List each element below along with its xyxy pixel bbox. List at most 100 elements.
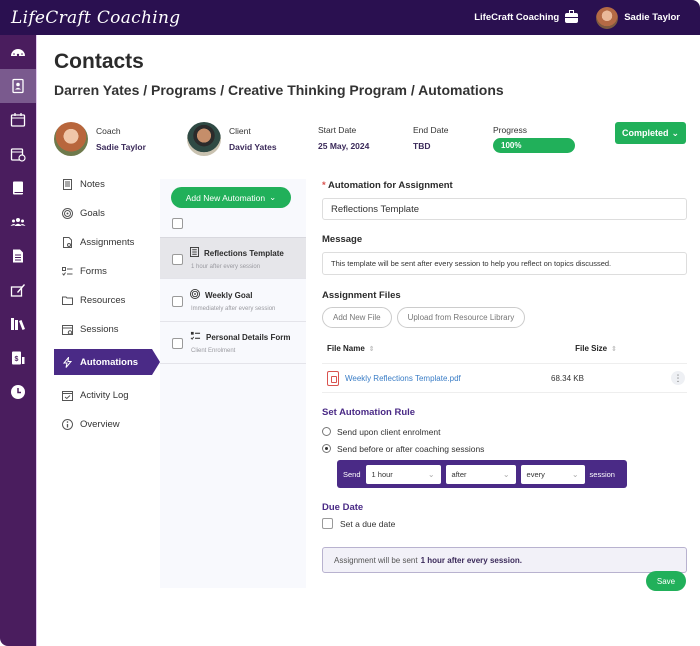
chevron-down-icon: ⌄ — [427, 469, 435, 479]
more-options-icon[interactable]: ⋮ — [671, 371, 685, 385]
client-avatar — [187, 122, 221, 156]
file-row: Weekly Reflections Template.pdf 68.34 KB… — [322, 363, 687, 393]
document-list-icon[interactable] — [0, 239, 36, 273]
add-new-automation-button[interactable]: Add New Automation ⌄ — [171, 187, 291, 208]
organization-name[interactable]: LifeCraft Coaching — [474, 12, 559, 23]
coach-avatar — [54, 122, 88, 156]
due-date-option[interactable]: Set a due date — [322, 515, 687, 532]
automation-item[interactable]: Reflections Template 1 hour after every … — [160, 237, 306, 279]
automation-name-input[interactable]: Reflections Template — [322, 198, 687, 220]
subnav-activity-log[interactable]: Activity Log — [54, 381, 159, 410]
file-name-column[interactable]: File Name ⇕ — [327, 344, 375, 358]
sort-icon: ⇕ — [368, 346, 375, 353]
invoice-icon[interactable]: $ — [0, 341, 36, 375]
chevron-down-icon: ⌄ — [571, 469, 579, 479]
document-icon — [190, 247, 199, 259]
automation-title: Weekly Goal — [205, 290, 253, 300]
coach-name: Sadie Taylor — [96, 142, 146, 152]
automation-subtitle: Client Enrolment — [191, 348, 236, 354]
start-date-value: 25 May, 2024 — [318, 141, 370, 151]
chevron-down-icon: ⌄ — [671, 127, 680, 138]
pdf-icon — [327, 370, 339, 386]
lightning-icon — [62, 356, 73, 368]
automation-checkbox[interactable] — [172, 338, 183, 349]
due-date-checkbox[interactable] — [322, 518, 333, 529]
rule-send-label: Send — [343, 469, 361, 479]
start-date-label: Start Date — [318, 125, 357, 135]
target-icon — [190, 289, 200, 301]
message-input[interactable]: This template will be sent after every s… — [322, 252, 687, 275]
subnav-label: Notes — [80, 179, 105, 190]
subnav-label: Overview — [80, 419, 120, 430]
automation-checkbox[interactable] — [172, 296, 183, 307]
amount-select[interactable]: 1 hour ⌄ — [365, 464, 441, 484]
subnav-sessions[interactable]: Sessions — [54, 315, 159, 344]
assignment-files-label: Assignment Files — [322, 290, 401, 301]
automation-checkbox[interactable] — [172, 254, 183, 265]
book-icon[interactable] — [0, 171, 36, 205]
subnav-label: Automations — [80, 356, 139, 368]
user-avatar[interactable] — [596, 6, 619, 29]
brand-logo[interactable]: LifeCraft Coaching — [11, 8, 180, 28]
subnav-automations[interactable]: Automations — [54, 349, 160, 375]
frequency-select[interactable]: every ⌄ — [520, 464, 585, 484]
icon-rail: $ — [0, 35, 37, 646]
select-all-checkbox[interactable] — [172, 218, 183, 229]
save-button[interactable]: Save — [646, 571, 686, 591]
radio-button-selected[interactable] — [322, 444, 331, 453]
calendar-clock-icon[interactable] — [0, 137, 36, 171]
client-info: Client David Yates — [187, 122, 277, 156]
subnav-notes[interactable]: Notes — [54, 170, 159, 199]
subnav-forms[interactable]: Forms — [54, 257, 159, 286]
subnav-goals[interactable]: Goals — [54, 199, 159, 228]
form-icon — [190, 331, 201, 343]
file-link[interactable]: Weekly Reflections Template.pdf — [345, 374, 461, 383]
automation-item[interactable]: Weekly Goal Immediately after every sess… — [160, 280, 306, 322]
due-date-label: Set a due date — [340, 518, 396, 529]
end-date-value: TBD — [413, 141, 431, 151]
contacts-icon[interactable] — [0, 69, 36, 103]
program-meta: Coach Sadie Taylor Client David Yates St… — [54, 122, 686, 158]
automations-list: Add New Automation ⌄ Reflections Templat… — [160, 179, 306, 588]
rule-option-sessions[interactable]: Send before or after coaching sessions — [322, 440, 687, 457]
automation-item[interactable]: Personal Details Form Client Enrolment — [160, 322, 306, 364]
subnav-resources[interactable]: Resources — [54, 286, 159, 315]
notes-icon — [62, 179, 73, 190]
calendar-check-icon — [62, 390, 73, 401]
group-icon[interactable] — [0, 205, 36, 239]
rule-summary: Assignment will be sent 1 hour after ever… — [322, 547, 687, 573]
radio-button[interactable] — [322, 427, 331, 436]
automation-subtitle: Immediately after every session — [191, 306, 276, 312]
files-table-header: File Name ⇕ File Size ⇕ — [322, 344, 687, 358]
status-dropdown[interactable]: Completed ⌄ — [615, 122, 686, 144]
add-new-file-button[interactable]: Add New File — [322, 307, 392, 328]
subnav-label: Forms — [80, 266, 107, 277]
chevron-down-icon: ⌄ — [269, 192, 277, 202]
briefcase-icon[interactable] — [565, 9, 579, 23]
file-size: 68.34 KB — [551, 373, 584, 383]
subnav-assignments[interactable]: Assignments — [54, 228, 159, 257]
clock-icon[interactable] — [0, 375, 36, 409]
page-title: Contacts — [54, 50, 144, 73]
signature-icon[interactable] — [0, 273, 36, 307]
add-automation-label: Add New Automation — [185, 192, 266, 203]
when-select[interactable]: after ⌄ — [445, 464, 516, 484]
rule-option-enrolment[interactable]: Send upon client enrolment — [322, 423, 687, 440]
user-name[interactable]: Sadie Taylor — [624, 12, 680, 23]
upload-from-library-button[interactable]: Upload from Resource Library — [396, 307, 526, 328]
subnav-label: Activity Log — [80, 390, 129, 401]
subnav-label: Sessions — [80, 324, 119, 335]
end-date-label: End Date — [413, 125, 449, 135]
dashboard-icon[interactable] — [0, 35, 36, 69]
breadcrumb: Darren Yates / Programs / Creative Think… — [54, 82, 504, 98]
folder-icon — [62, 295, 73, 306]
automation-rule-title: Set Automation Rule — [322, 407, 416, 418]
client-name: David Yates — [229, 142, 277, 152]
coach-label: Coach — [96, 126, 121, 136]
library-icon[interactable] — [0, 307, 36, 341]
subnav-overview[interactable]: Overview — [54, 410, 159, 439]
calendar-icon[interactable] — [0, 103, 36, 137]
rule-option-label: Send upon client enrolment — [337, 426, 441, 437]
client-label: Client — [229, 126, 251, 136]
file-size-column[interactable]: File Size ⇕ — [575, 344, 617, 358]
